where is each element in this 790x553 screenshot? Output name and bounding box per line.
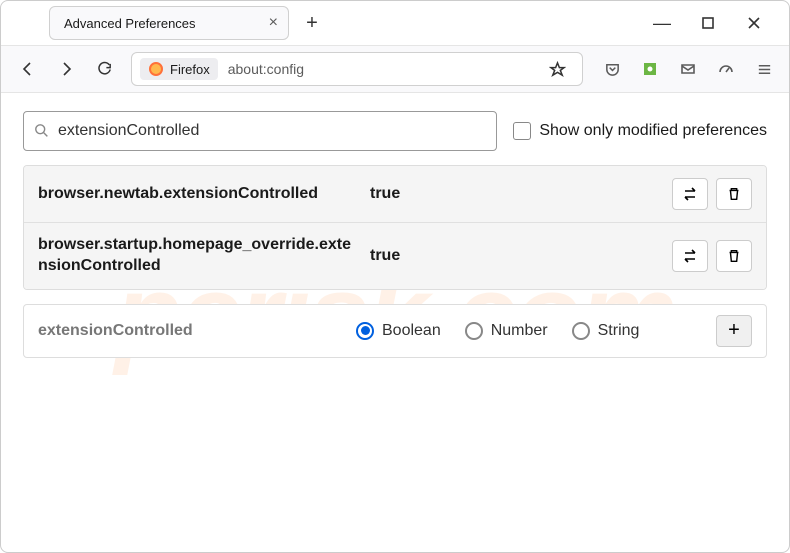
radio-label: Number bbox=[491, 322, 548, 340]
pref-name: browser.newtab.extensionControlled bbox=[38, 184, 358, 205]
type-radio-group: Boolean Number String bbox=[356, 322, 698, 340]
radio-label: Boolean bbox=[382, 322, 441, 340]
radio-icon bbox=[465, 322, 483, 340]
maximize-button[interactable] bbox=[697, 12, 719, 34]
reload-button[interactable] bbox=[87, 52, 121, 86]
forward-button[interactable] bbox=[49, 52, 83, 86]
pref-row: browser.startup.homepage_override.extens… bbox=[24, 223, 766, 289]
new-tab-button[interactable]: + bbox=[297, 8, 327, 38]
search-icon bbox=[34, 123, 50, 139]
identity-badge[interactable]: Firefox bbox=[140, 58, 218, 80]
close-tab-icon[interactable]: × bbox=[269, 14, 278, 32]
content-area: pcrisk.com Show only modified preference… bbox=[1, 93, 789, 376]
search-input[interactable] bbox=[58, 122, 486, 140]
firefox-icon bbox=[148, 61, 164, 77]
minimize-button[interactable]: — bbox=[651, 12, 673, 34]
trash-icon bbox=[726, 186, 742, 202]
url-bar[interactable]: Firefox about:config bbox=[131, 52, 583, 86]
search-row: Show only modified preferences bbox=[23, 111, 767, 151]
pref-value: true bbox=[370, 185, 660, 203]
radio-icon bbox=[572, 322, 590, 340]
close-window-button[interactable] bbox=[743, 12, 765, 34]
tab-title: Advanced Preferences bbox=[64, 16, 196, 31]
window-controls: — bbox=[651, 12, 783, 34]
pref-row: browser.newtab.extensionControlled true bbox=[24, 166, 766, 223]
pref-value: true bbox=[370, 247, 660, 265]
bookmark-star-icon[interactable] bbox=[540, 52, 574, 86]
pocket-icon[interactable] bbox=[597, 54, 627, 84]
add-button[interactable]: + bbox=[716, 315, 752, 347]
radio-boolean[interactable]: Boolean bbox=[356, 322, 441, 340]
swap-icon bbox=[681, 185, 699, 203]
toolbar-icons bbox=[597, 54, 779, 84]
delete-button[interactable] bbox=[716, 240, 752, 272]
add-pref-name: extensionControlled bbox=[38, 322, 338, 340]
show-modified-checkbox[interactable]: Show only modified preferences bbox=[513, 122, 767, 140]
radio-icon bbox=[356, 322, 374, 340]
toggle-button[interactable] bbox=[672, 178, 708, 210]
add-pref-row: extensionControlled Boolean Number Strin… bbox=[23, 304, 767, 358]
search-box[interactable] bbox=[23, 111, 497, 151]
identity-label: Firefox bbox=[170, 62, 210, 77]
checkbox-label: Show only modified preferences bbox=[539, 122, 767, 140]
dashboard-icon[interactable] bbox=[711, 54, 741, 84]
tab-advanced-preferences[interactable]: Advanced Preferences × bbox=[49, 6, 289, 40]
mail-icon[interactable] bbox=[673, 54, 703, 84]
extension-icon[interactable] bbox=[635, 54, 665, 84]
swap-icon bbox=[681, 247, 699, 265]
nav-bar: Firefox about:config bbox=[1, 45, 789, 93]
trash-icon bbox=[726, 248, 742, 264]
back-button[interactable] bbox=[11, 52, 45, 86]
url-text: about:config bbox=[228, 61, 304, 77]
preferences-table: browser.newtab.extensionControlled true … bbox=[23, 165, 767, 290]
radio-string[interactable]: String bbox=[572, 322, 640, 340]
delete-button[interactable] bbox=[716, 178, 752, 210]
title-bar: Advanced Preferences × + — bbox=[1, 1, 789, 45]
pref-name: browser.startup.homepage_override.extens… bbox=[38, 235, 358, 277]
toggle-button[interactable] bbox=[672, 240, 708, 272]
radio-label: String bbox=[598, 322, 640, 340]
checkbox-icon bbox=[513, 122, 531, 140]
menu-icon[interactable] bbox=[749, 54, 779, 84]
radio-number[interactable]: Number bbox=[465, 322, 548, 340]
